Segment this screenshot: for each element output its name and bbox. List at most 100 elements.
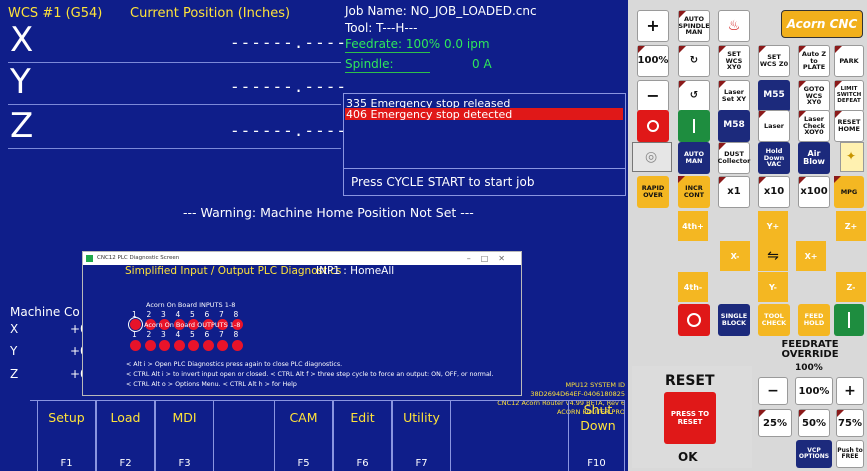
output-led-5[interactable] [188, 340, 199, 351]
output-led-8[interactable] [231, 340, 243, 351]
window-titlebar[interactable]: CNC12 PLC Diagnostic Screen –□✕ [83, 252, 521, 265]
axis-y-value: ------.---- [230, 77, 347, 96]
tool-check-button[interactable]: TOOL CHECK [758, 304, 790, 336]
close-icon[interactable]: ✕ [498, 254, 515, 263]
set-wcs-xy0-button[interactable]: SET WCS XY0 [718, 45, 750, 77]
override-minus-button[interactable]: − [758, 377, 788, 405]
output-led-6[interactable] [202, 340, 214, 351]
laser-set-xy-button[interactable]: Laser Set XY [718, 80, 750, 112]
override-100-button[interactable]: 100% [795, 377, 833, 405]
hold-down-vac-button[interactable]: Hold Down VAC [758, 142, 790, 174]
cycle-start-button[interactable] [834, 304, 864, 336]
job-name: Job Name: NO_JOB_LOADED.cnc [345, 4, 537, 18]
version-line-1: MPU12 SYSTEM ID [565, 381, 625, 389]
vcp-options-button[interactable]: VCP OPTIONS [796, 440, 832, 468]
x100-button[interactable]: x100 [798, 176, 830, 208]
mpg-label: MPG [840, 187, 858, 196]
light-button[interactable]: ✦ [840, 142, 864, 172]
override-50-button[interactable]: 50% [798, 409, 830, 437]
park-button[interactable]: PARK [834, 45, 864, 77]
input-led-1[interactable] [128, 317, 143, 332]
m58-button[interactable]: M58 [718, 110, 750, 142]
window-controls[interactable]: –□✕ [467, 252, 515, 265]
press-to-reset-label: PRESS TO RESET [670, 410, 710, 426]
feed-hold-button[interactable]: FEED HOLD [798, 304, 830, 336]
air-blow-button[interactable]: Air Blow [798, 142, 830, 174]
jog-x-minus[interactable]: X- [720, 241, 750, 271]
jog-y-minus[interactable]: Y- [758, 272, 788, 302]
override-75-button[interactable]: 75% [836, 409, 864, 437]
push-to-free-button[interactable]: Push to FREE [836, 440, 864, 468]
start-button[interactable] [678, 110, 710, 142]
rapid-over-button[interactable]: RAPID OVER [637, 176, 669, 208]
jog-4th-minus[interactable]: 4th- [678, 272, 708, 302]
override-25-button[interactable]: 25% [758, 409, 792, 437]
minimize-icon[interactable]: – [467, 254, 481, 263]
output-num: 6 [204, 330, 210, 339]
jog-y-minus-label: Y- [769, 282, 777, 292]
reset-home-button[interactable]: RESET HOME [834, 110, 864, 142]
laser-button[interactable]: Laser [758, 110, 790, 142]
air-blow-label: Air Blow [803, 148, 825, 166]
goto-wcs-xy0-button[interactable]: GOTO WCS XY0 [798, 80, 830, 112]
mdi-button[interactable]: MDI F3 [155, 400, 214, 471]
wcs-label: WCS #1 (G54) [8, 6, 103, 21]
output-led-3[interactable] [159, 340, 170, 351]
x10-button[interactable]: x10 [758, 176, 790, 208]
maximize-icon[interactable]: □ [481, 254, 499, 263]
shutdown-button[interactable]: Shut Down F10 [568, 400, 625, 471]
message-estop-detected: 406 Emergency stop detected [345, 108, 623, 121]
utility-button[interactable]: Utility F7 [392, 400, 451, 471]
stop-button[interactable] [637, 110, 669, 142]
help-line-1: < Alt i > Open PLC Diagnostics press aga… [126, 361, 343, 368]
autoz-plate-button[interactable]: Auto Z to PLATE [798, 45, 830, 77]
jog-z-minus[interactable]: Z- [836, 272, 866, 302]
setup-button[interactable]: Setup F1 [37, 400, 96, 471]
minus-button[interactable]: − [637, 80, 669, 112]
mpg-button[interactable]: MPG [834, 176, 864, 208]
output-led-2[interactable] [144, 340, 156, 351]
input-num: 6 [204, 310, 210, 319]
single-block-button[interactable]: SINGLE BLOCK [718, 304, 750, 336]
output-led-4[interactable] [173, 340, 185, 351]
jog-x-plus[interactable]: X+ [796, 241, 826, 271]
incr-cont-button[interactable]: INCR CONT [678, 176, 710, 208]
auto-man-button[interactable]: AUTO MAN [678, 142, 710, 174]
limit-switch-defeat-button[interactable]: LIMIT SWITCH DEFEAT [834, 80, 864, 112]
stop-circle-icon [647, 120, 659, 132]
dust-collector-button[interactable]: DUST Collector [718, 142, 750, 174]
laser-check-button[interactable]: Laser Check XOY0 [798, 110, 830, 142]
app-icon [86, 255, 93, 262]
x1-button[interactable]: x1 [718, 176, 750, 208]
outputs-numbers: 12345678 [132, 330, 248, 339]
edit-button[interactable]: Edit F6 [333, 400, 392, 471]
goto-wcs-xy0-label: GOTO WCS XY0 [803, 84, 825, 107]
auto-spindle-button[interactable]: AUTO SPINDLE MAN [678, 10, 710, 42]
output-led-7[interactable] [217, 340, 228, 351]
set-wcs-z0-button[interactable]: SET WCS Z0 [758, 45, 790, 77]
cam-label: CAM [289, 410, 318, 425]
output-led-1[interactable] [130, 340, 141, 351]
laser-check-label: Laser Check XOY0 [803, 114, 825, 137]
jog-z-plus[interactable]: Z+ [836, 211, 866, 241]
m55-button[interactable]: M55 [758, 80, 790, 112]
cam-fkey: F5 [297, 458, 310, 469]
load-button[interactable]: Load F2 [96, 400, 155, 471]
override-50-label: 50% [802, 417, 826, 429]
plus-button[interactable]: + [637, 10, 669, 42]
override-plus-button[interactable]: + [836, 377, 864, 405]
machine-coords-label: Machine Co [10, 305, 80, 319]
m4-button[interactable]: ↺ [678, 80, 710, 112]
jog-4th-plus[interactable]: 4th+ [678, 211, 708, 241]
rabbit-turtle-button[interactable]: ⇋ [758, 241, 788, 271]
press-to-reset-button[interactable]: PRESS TO RESET [664, 392, 716, 444]
cam-button[interactable]: CAM F5 [274, 400, 333, 471]
m3-button[interactable]: ↻ [678, 45, 710, 77]
percent-100-button[interactable]: 100% [637, 45, 669, 77]
jog-y-plus[interactable]: Y+ [758, 211, 788, 241]
spindle-icon-button[interactable]: ♨ [718, 10, 750, 42]
cycle-stop-button[interactable] [678, 304, 710, 336]
air-icon-button[interactable]: ◎ [632, 142, 672, 172]
plc-input-status: INP1 : HomeAll [316, 265, 395, 277]
x10-label: x10 [763, 185, 785, 197]
